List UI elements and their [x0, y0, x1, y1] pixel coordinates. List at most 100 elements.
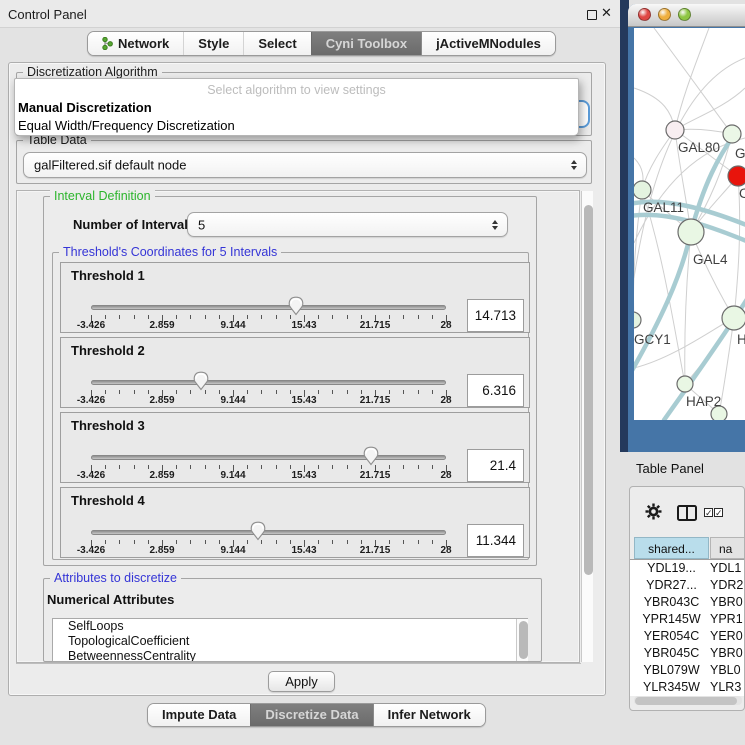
- threshold-slider-thumb[interactable]: [363, 446, 379, 466]
- network-node[interactable]: [677, 376, 693, 392]
- gear-icon[interactable]: [645, 503, 662, 520]
- network-node[interactable]: [666, 121, 684, 139]
- table-cell[interactable]: YDL1: [710, 560, 745, 577]
- slider-tick-label: 21.715: [345, 470, 405, 481]
- checkbox-icon[interactable]: ✓: [714, 508, 723, 517]
- slider-tick-label: 2.859: [132, 545, 192, 556]
- tab-label: jActiveMNodules: [436, 36, 541, 51]
- tab-jactivemnodules[interactable]: jActiveMNodules: [421, 32, 555, 55]
- threshold-value-field[interactable]: 14.713: [467, 299, 524, 332]
- close-traffic-light[interactable]: [638, 8, 651, 21]
- numerical-attributes-list[interactable]: SelfLoopsTopologicalCoefficientBetweenne…: [52, 618, 528, 662]
- table-cell[interactable]: YPR145W: [634, 611, 709, 628]
- close-icon[interactable]: ✕: [601, 5, 612, 21]
- network-window-titlebar[interactable]: [628, 4, 745, 27]
- tab-discretize-data[interactable]: Discretize Data: [250, 704, 372, 726]
- threshold-value-field[interactable]: 6.316: [467, 374, 524, 407]
- attributes-scrollbar-thumb[interactable]: [519, 621, 528, 659]
- threshold-slider-track[interactable]: [91, 305, 446, 310]
- apply-button[interactable]: Apply: [268, 671, 335, 692]
- divider: [16, 663, 581, 664]
- threshold-slider-thumb[interactable]: [288, 296, 304, 316]
- slider-tick: [219, 390, 220, 394]
- slider-tick: [290, 465, 291, 469]
- slider-tick: [276, 540, 277, 544]
- table-cell[interactable]: YER0: [710, 628, 745, 645]
- tab-cyni-toolbox[interactable]: Cyni Toolbox: [311, 32, 421, 55]
- number-of-intervals-combobox[interactable]: 5: [187, 212, 508, 237]
- table-hscrollbar[interactable]: [634, 696, 742, 705]
- threshold-slider-track[interactable]: [91, 455, 446, 460]
- network-node[interactable]: [634, 312, 641, 328]
- table-cell[interactable]: YLR345W: [634, 679, 709, 696]
- threshold-slider-thumb[interactable]: [250, 521, 266, 541]
- algorithm-option[interactable]: Manual Discretization: [18, 100, 152, 115]
- threshold-slider-track[interactable]: [91, 380, 446, 385]
- slider-tick: [105, 315, 106, 319]
- network-node-label: HAP2: [686, 394, 721, 409]
- zoom-traffic-light[interactable]: [678, 8, 691, 21]
- slider-tick: [403, 390, 404, 394]
- table-column-header[interactable]: na: [710, 537, 745, 559]
- checkbox-icon[interactable]: ✓: [704, 508, 713, 517]
- network-node[interactable]: [728, 166, 745, 186]
- slider-tick-label: 21.715: [345, 320, 405, 331]
- table-cell[interactable]: YBL0: [710, 662, 745, 679]
- network-node[interactable]: [634, 181, 651, 199]
- table-cell[interactable]: YER054C: [634, 628, 709, 645]
- tab-style[interactable]: Style: [183, 32, 243, 55]
- table-cell[interactable]: YBR043C: [634, 594, 709, 611]
- slider-tick-label: 2.859: [132, 470, 192, 481]
- table-cell[interactable]: YPR1: [710, 611, 745, 628]
- columns-icon[interactable]: [677, 505, 697, 521]
- slider-tick-label: 15.43: [274, 545, 334, 556]
- threshold-label: Threshold 3: [71, 418, 145, 433]
- table-cell[interactable]: YBR045C: [634, 645, 709, 662]
- main-scrollbar-thumb[interactable]: [584, 205, 593, 575]
- threshold-label: Threshold 1: [71, 268, 145, 283]
- table-column-header[interactable]: shared...: [634, 537, 709, 559]
- network-node-label: GCY1: [634, 332, 671, 347]
- threshold-panel: Threshold 2-3.4262.8599.14415.4321.71528…: [60, 337, 530, 408]
- table-cell[interactable]: YDL19...: [634, 560, 709, 577]
- slider-tick-label: -3.426: [61, 395, 121, 406]
- tab-select[interactable]: Select: [243, 32, 310, 55]
- table-cell[interactable]: YBR0: [710, 645, 745, 662]
- tab-infer-network[interactable]: Infer Network: [373, 704, 485, 726]
- network-canvas[interactable]: GAL80GACGAL11GAL4GCY1HHAP2: [634, 28, 745, 420]
- threshold-value-field[interactable]: 11.344: [467, 524, 524, 557]
- tab-impute-data[interactable]: Impute Data: [148, 704, 250, 726]
- slider-tick: [134, 540, 135, 544]
- attribute-item[interactable]: BetweennessCentrality: [53, 649, 527, 662]
- network-edge: [642, 130, 675, 190]
- table-hscrollbar-thumb[interactable]: [635, 697, 737, 705]
- float-window-icon[interactable]: [587, 10, 597, 20]
- threshold-value-field[interactable]: 21.4: [467, 449, 524, 482]
- main-scrollbar[interactable]: [581, 191, 593, 662]
- table-data-selected: galFiltered.sif default node: [34, 158, 186, 173]
- tab-label: Style: [198, 36, 229, 51]
- tab-network[interactable]: Network: [88, 32, 183, 55]
- network-edge: [654, 28, 732, 134]
- table-cell[interactable]: YLR3: [710, 679, 745, 696]
- table-cell[interactable]: YBL079W: [634, 662, 709, 679]
- network-node[interactable]: [678, 219, 704, 245]
- attribute-item[interactable]: SelfLoops: [53, 619, 527, 634]
- slider-tick: [389, 390, 390, 394]
- attributes-scrollbar[interactable]: [516, 619, 528, 661]
- table-cell[interactable]: YBR0: [710, 594, 745, 611]
- threshold-slider-thumb[interactable]: [193, 371, 209, 391]
- slider-tick: [318, 540, 319, 544]
- table-data-combobox[interactable]: galFiltered.sif default node: [23, 152, 587, 178]
- slider-tick-label: 9.144: [203, 545, 263, 556]
- attributes-title: Attributes to discretize: [50, 571, 181, 585]
- table-cell[interactable]: YDR2: [710, 577, 745, 594]
- interval-definition-title: Interval Definition: [50, 189, 155, 203]
- network-node[interactable]: [722, 306, 745, 330]
- minimize-traffic-light[interactable]: [658, 8, 671, 21]
- network-node[interactable]: [723, 125, 741, 143]
- threshold-slider-track[interactable]: [91, 530, 446, 535]
- table-cell[interactable]: YDR27...: [634, 577, 709, 594]
- attribute-item[interactable]: TopologicalCoefficient: [53, 634, 527, 649]
- algorithm-option[interactable]: Equal Width/Frequency Discretization: [18, 118, 235, 133]
